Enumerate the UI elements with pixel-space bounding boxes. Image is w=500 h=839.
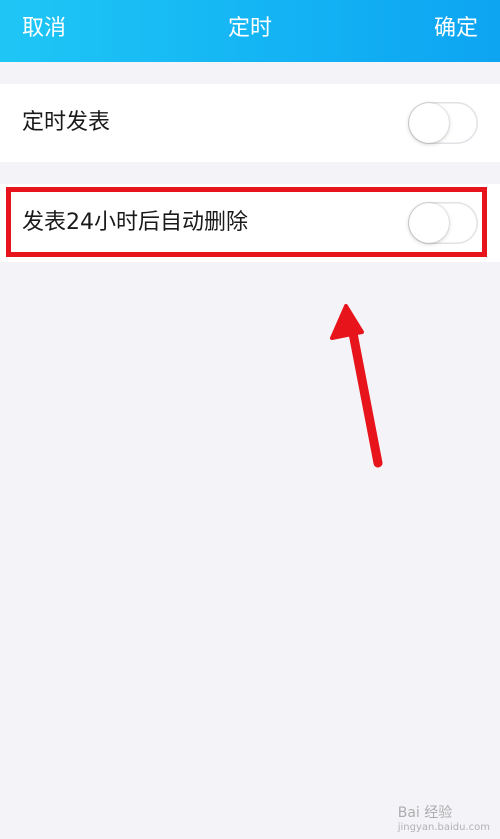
auto-delete-row: 发表24小时后自动删除 [0, 184, 500, 262]
confirm-button[interactable]: 确定 [434, 14, 478, 44]
scheduled-publish-label: 定时发表 [22, 110, 111, 135]
scheduled-publish-row: 定时发表 [0, 84, 500, 162]
auto-delete-label: 发表24小时后自动删除 [22, 210, 248, 235]
scheduled-publish-toggle[interactable] [408, 102, 478, 144]
watermark: Bai 经验 jingyan.baidu.com [398, 802, 490, 833]
toggle-knob [409, 203, 449, 243]
watermark-text: Bai 经验 [397, 805, 453, 821]
top-nav-bar: 取消 定时 确定 [0, 0, 500, 62]
auto-delete-toggle[interactable] [408, 202, 478, 244]
page-title: 定时 [227, 16, 272, 41]
toggle-knob [409, 103, 449, 143]
watermark-sub: jingyan.baidu.com [397, 822, 490, 833]
